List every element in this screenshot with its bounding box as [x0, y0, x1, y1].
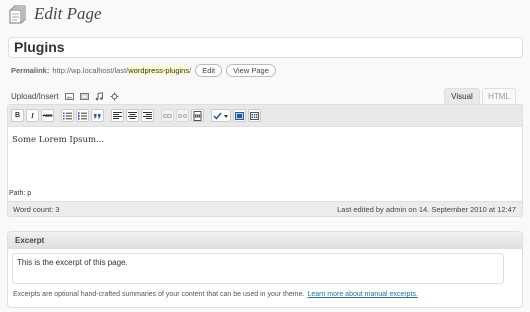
- link-icon: [163, 113, 172, 118]
- audio-icon[interactable]: [95, 91, 104, 101]
- bold-button[interactable]: B: [11, 109, 24, 122]
- unlink-icon: [178, 113, 187, 118]
- editor-toolbar: B I ABC: [8, 105, 522, 127]
- permalink-base: http://wp.localhost/last/: [52, 65, 129, 75]
- italic-icon: I: [31, 111, 34, 120]
- editor-path: Path: p: [8, 190, 522, 201]
- permalink-label: Permalink:: [11, 65, 50, 75]
- align-center-button[interactable]: [126, 109, 139, 122]
- image-icon[interactable]: [64, 92, 74, 101]
- editor-content[interactable]: Some Lorem Ipsum...: [12, 135, 104, 145]
- more-tag-icon: [193, 110, 202, 121]
- edit-permalink-button[interactable]: Edit: [195, 63, 223, 77]
- post-title-input[interactable]: Plugins: [8, 37, 523, 58]
- excerpt-help-text: Excerpts are optional hand-crafted summa…: [13, 291, 305, 298]
- align-left-button[interactable]: [111, 109, 124, 122]
- excerpt-learn-more-link[interactable]: Learn more about manual excerpts.: [307, 291, 418, 298]
- align-center-icon: [128, 111, 137, 119]
- unlink-button[interactable]: [176, 109, 189, 122]
- strikethrough-button[interactable]: ABC: [41, 109, 54, 122]
- align-right-button[interactable]: [141, 109, 154, 122]
- view-page-button[interactable]: View Page: [226, 63, 276, 77]
- tab-html[interactable]: HTML: [482, 88, 516, 104]
- upload-insert-label: Upload/Insert: [11, 91, 59, 101]
- kitchen-sink-button[interactable]: [248, 109, 261, 122]
- link-button[interactable]: [161, 109, 174, 122]
- word-count: Word count: 3: [13, 204, 60, 214]
- tab-visual[interactable]: Visual: [444, 88, 480, 104]
- bullet-list-button[interactable]: [61, 109, 74, 122]
- pages-icon: [9, 5, 26, 24]
- fullscreen-button[interactable]: [233, 109, 246, 122]
- blockquote-icon: [94, 113, 101, 118]
- video-icon[interactable]: [79, 92, 89, 101]
- permalink-trail: /: [189, 65, 192, 75]
- editor-status-bar: Word count: 3 Last edited by admin on 14…: [8, 201, 522, 216]
- numbered-list-button[interactable]: [76, 109, 89, 122]
- fullscreen-icon: [235, 111, 244, 120]
- page-title: Edit Page: [34, 4, 102, 23]
- media-icon[interactable]: [110, 92, 119, 101]
- spellcheck-button[interactable]: [211, 109, 231, 122]
- spellcheck-icon: [213, 112, 228, 120]
- more-tag-button[interactable]: [191, 109, 204, 122]
- media-buttons: Upload/Insert: [11, 90, 119, 102]
- strikethrough-icon: ABC: [42, 113, 53, 118]
- excerpt-textarea[interactable]: This is the excerpt of this page.: [12, 253, 504, 284]
- align-left-icon: [113, 111, 122, 119]
- excerpt-heading[interactable]: Excerpt: [8, 232, 522, 249]
- kitchen-sink-icon: [250, 111, 259, 120]
- permalink-slug[interactable]: wordpress-plugins: [128, 65, 190, 75]
- numbered-list-icon: [78, 111, 87, 120]
- permalink-row: Permalink: http://wp.localhost/last/ wor…: [11, 63, 276, 77]
- bullet-list-icon: [63, 112, 72, 119]
- excerpt-help: Excerpts are optional hand-crafted summa…: [13, 291, 418, 298]
- last-edited: Last edited by admin on 14. September 20…: [337, 204, 516, 214]
- blockquote-button[interactable]: [91, 109, 104, 122]
- italic-button[interactable]: I: [26, 109, 39, 122]
- bold-icon: B: [14, 112, 21, 119]
- align-right-icon: [143, 111, 152, 119]
